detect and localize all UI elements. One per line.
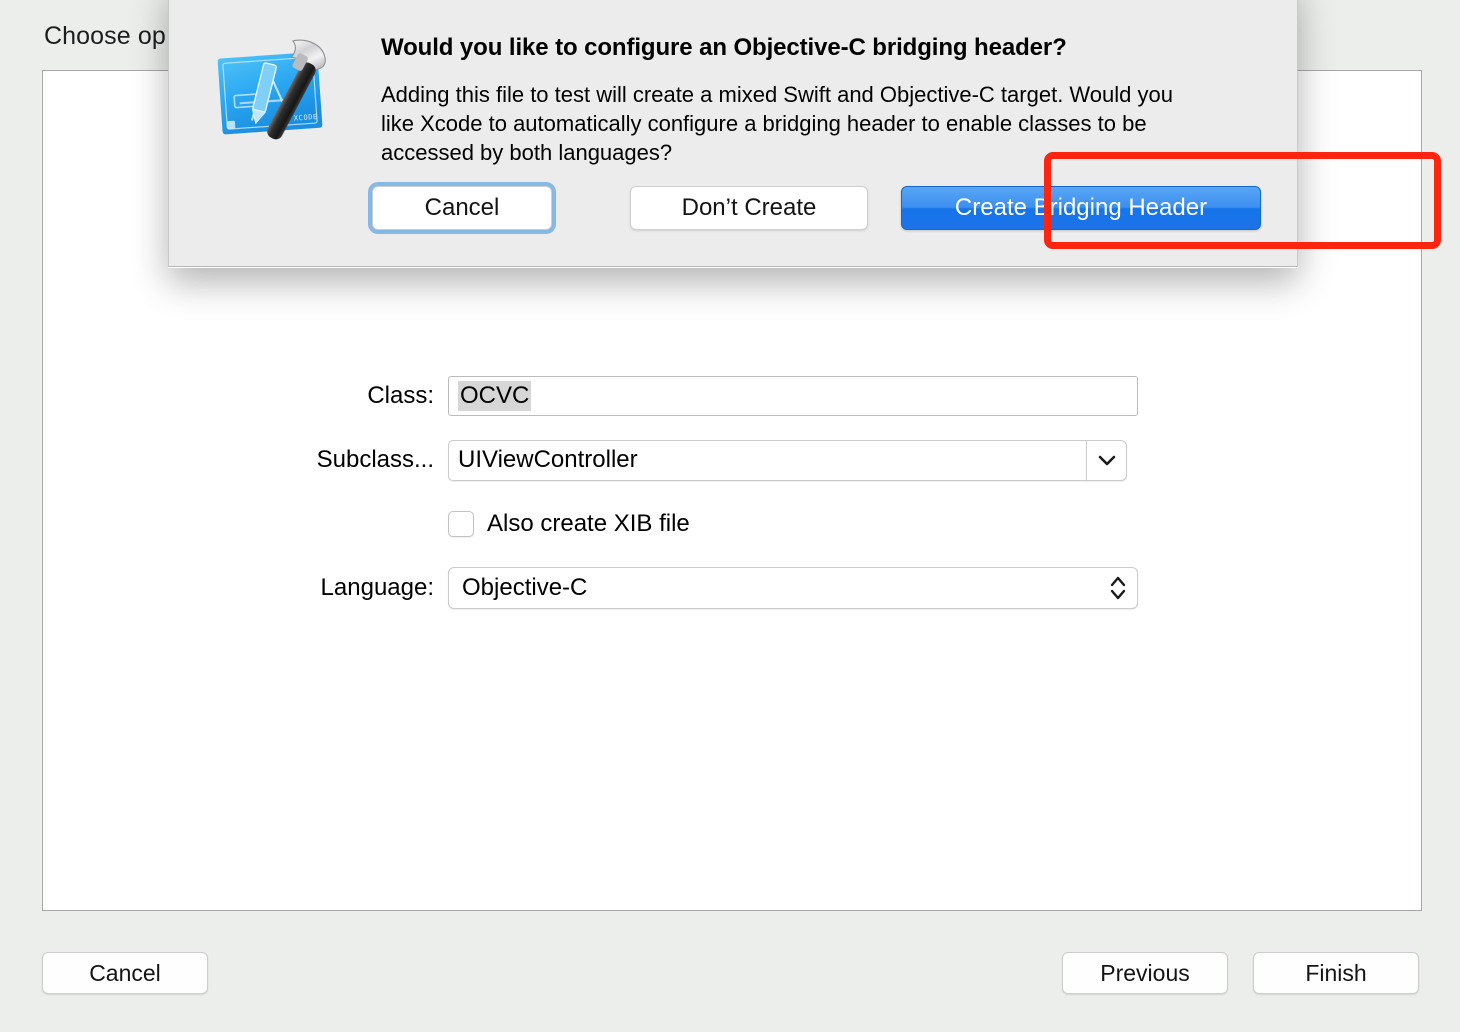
xib-checkbox-group[interactable]: Also create XIB file <box>448 510 690 538</box>
subclass-input-value: UIViewController <box>458 446 638 473</box>
class-input[interactable]: OCVC <box>448 376 1138 416</box>
dialog-message: Adding this file to test will create a m… <box>381 82 1173 165</box>
finish-button[interactable]: Finish <box>1253 952 1419 994</box>
cancel-button[interactable]: Cancel <box>42 952 208 994</box>
language-value: Objective-C <box>462 574 588 601</box>
page-title: Choose op <box>44 22 166 50</box>
subclass-input[interactable]: UIViewController <box>448 439 1086 481</box>
form-row-class: Class: OCVC <box>43 376 1423 416</box>
chevron-up-down-icon <box>1110 576 1126 600</box>
dialog-title: Would you like to configure an Objective… <box>381 34 1067 61</box>
bridging-header-dialog: XCODE Would you like to configure an Obj… <box>168 0 1441 267</box>
dialog-button-row: Cancel Don’t Create Create Bridging Head… <box>169 186 1299 232</box>
subclass-combobox[interactable]: UIViewController <box>448 439 1127 481</box>
class-label: Class: <box>367 382 434 409</box>
previous-button[interactable]: Previous <box>1062 952 1228 994</box>
create-bridging-header-button[interactable]: Create Bridging Header <box>901 186 1261 230</box>
language-popup-button[interactable]: Objective-C <box>448 567 1138 609</box>
language-label: Language: <box>320 574 434 601</box>
also-create-xib-checkbox[interactable] <box>448 511 474 537</box>
dont-create-button[interactable]: Don’t Create <box>630 186 868 230</box>
xcode-new-file-assistant-window: Choose op Class: OCVC Subclass... UIView… <box>0 0 1460 1032</box>
form-row-xib: Also create XIB file <box>43 504 1423 544</box>
xcode-hammer-blueprint-icon: XCODE <box>206 21 338 153</box>
svg-text:XCODE: XCODE <box>294 113 319 123</box>
subclass-dropdown-button[interactable] <box>1086 439 1127 481</box>
subclass-label: Subclass... <box>316 446 434 473</box>
form-row-language: Language: Objective-C <box>43 567 1423 609</box>
class-input-value: OCVC <box>458 381 532 411</box>
dialog-cancel-button[interactable]: Cancel <box>372 186 552 230</box>
chevron-down-icon <box>1098 455 1115 465</box>
form-row-subclass: Subclass... UIViewController <box>43 439 1423 481</box>
also-create-xib-label: Also create XIB file <box>487 510 690 537</box>
